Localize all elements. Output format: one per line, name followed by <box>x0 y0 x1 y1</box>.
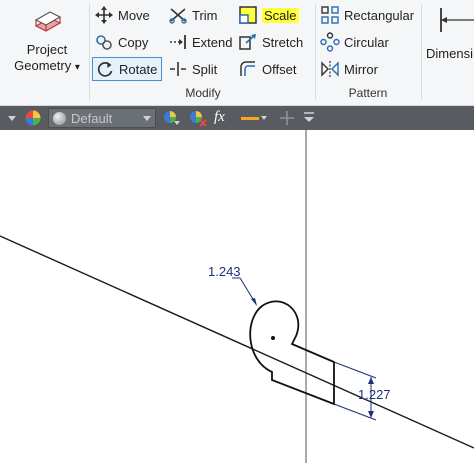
offset-icon <box>240 61 255 76</box>
parameters-function-icon[interactable]: fx <box>214 109 225 126</box>
trim-button[interactable]: Trim <box>168 4 218 26</box>
mirror-label: Mirror <box>344 61 378 77</box>
move-icon <box>95 6 113 24</box>
appearance-toolbar: Default fx <box>0 106 474 130</box>
circular-pattern-label: Circular <box>344 34 389 50</box>
sketch-canvas[interactable]: 1.243 1.227 <box>0 130 474 463</box>
plus-icon[interactable] <box>278 109 296 127</box>
project-geometry-icon <box>34 11 62 32</box>
extend-button[interactable]: Extend <box>168 31 232 53</box>
project-geometry-button[interactable]: Project Geometry ▾ <box>10 6 84 84</box>
rotate-button[interactable]: Rotate <box>92 57 162 81</box>
project-geometry-label-2: Geometry <box>14 58 72 73</box>
copy-icon <box>96 35 112 50</box>
mirror-button[interactable]: Mirror <box>320 58 378 80</box>
trim-label: Trim <box>192 7 218 23</box>
default-material-icon <box>53 111 66 125</box>
scale-icon <box>239 6 257 24</box>
chevron-down-icon[interactable]: ▾ <box>75 62 80 73</box>
stretch-label: Stretch <box>262 34 304 50</box>
copy-button[interactable]: Copy <box>94 31 148 53</box>
extend-icon <box>170 35 186 49</box>
split-button[interactable]: Split <box>168 58 217 80</box>
rectangular-pattern-icon <box>321 6 339 24</box>
trim-icon <box>169 8 187 24</box>
color-wheel-icon[interactable] <box>24 109 42 127</box>
rotate-icon <box>97 62 113 77</box>
extension-line-top <box>333 361 377 379</box>
height-dimension[interactable]: 1.227 <box>358 387 391 402</box>
circular-pattern-icon <box>320 32 340 52</box>
profile-inner-line <box>272 366 334 380</box>
leader-arrow-icon <box>251 298 257 306</box>
pattern-group-label: Pattern <box>348 86 388 100</box>
extend-label: Extend <box>192 34 233 50</box>
adjust-appearance-icon[interactable] <box>162 109 182 127</box>
menu-overflow-icon[interactable] <box>302 109 316 127</box>
move-label: Move <box>118 7 150 23</box>
dimension-button[interactable]: Dimensi <box>426 4 474 82</box>
dimension-label: Dimensi <box>426 46 473 61</box>
rectangular-pattern-button[interactable]: Rectangular <box>320 4 414 26</box>
stretch-button[interactable]: Stretch <box>238 31 303 53</box>
chevron-down-icon <box>143 116 151 121</box>
move-button[interactable]: Move <box>94 4 150 26</box>
appearance-dropdown[interactable]: Default <box>48 108 156 128</box>
offset-label: Offset <box>262 61 297 77</box>
dimension-icon <box>440 8 474 32</box>
stretch-icon <box>239 34 256 50</box>
line-weight-icon[interactable] <box>240 109 268 127</box>
mirror-icon <box>321 61 339 77</box>
project-geometry-label-1: Project <box>26 42 68 57</box>
rotate-label: Rotate <box>119 61 158 77</box>
modify-group-label: Modify <box>185 86 221 100</box>
copy-label: Copy <box>118 34 149 50</box>
ribbon-separator <box>421 4 422 100</box>
arc-center-point[interactable] <box>271 336 275 340</box>
ribbon-separator <box>315 4 316 100</box>
split-label: Split <box>192 61 218 77</box>
rectangular-pattern-label: Rectangular <box>344 7 415 23</box>
caret-down-icon[interactable] <box>6 109 18 127</box>
offset-button[interactable]: Offset <box>238 58 296 80</box>
radius-dimension[interactable]: 1.243 <box>208 264 241 279</box>
circular-pattern-button[interactable]: Circular <box>320 31 389 53</box>
scale-label: Scale <box>262 7 299 23</box>
sketch-drawing: 1.243 1.227 <box>0 130 474 463</box>
ribbon-separator <box>89 4 90 100</box>
sketch-profile[interactable] <box>249 300 335 406</box>
split-icon <box>170 62 186 76</box>
clear-appearance-icon[interactable] <box>188 109 208 127</box>
ribbon: Project Geometry ▾ Move Copy Rotate Trim… <box>0 0 474 106</box>
appearance-value: Default <box>71 110 113 126</box>
scale-button[interactable]: Scale <box>238 4 299 26</box>
